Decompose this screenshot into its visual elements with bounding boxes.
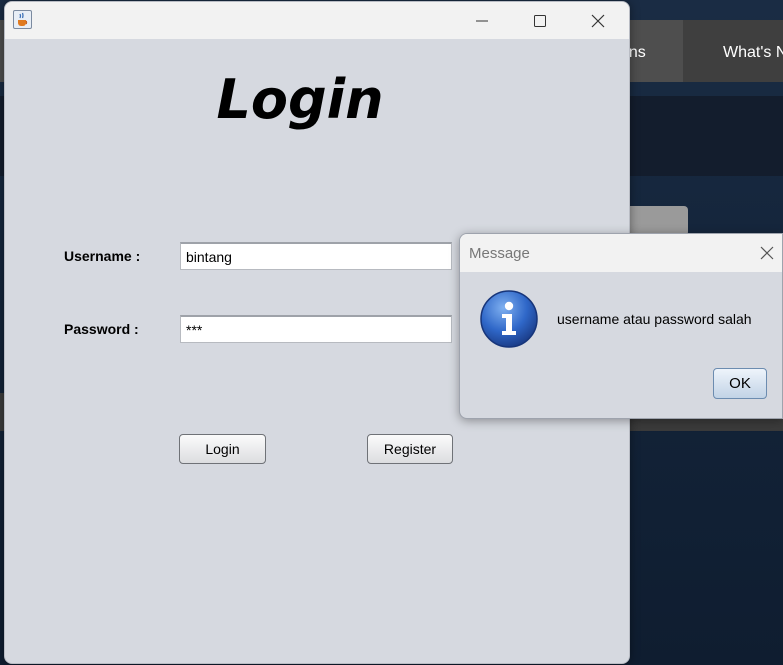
information-icon bbox=[479, 289, 539, 349]
close-icon[interactable] bbox=[569, 2, 627, 39]
username-label: Username : bbox=[64, 248, 141, 264]
dialog-title: Message bbox=[469, 245, 530, 262]
message-dialog: Message username atau password salah OK bbox=[459, 233, 783, 419]
close-icon[interactable] bbox=[756, 242, 778, 264]
maximize-icon[interactable] bbox=[511, 2, 569, 39]
password-field[interactable]: *** bbox=[180, 315, 452, 343]
window-titlebar[interactable] bbox=[5, 2, 629, 39]
background-nav-item-whats-new[interactable]: What's N bbox=[683, 20, 783, 82]
login-heading: Login bbox=[216, 68, 384, 131]
minimize-icon[interactable] bbox=[453, 2, 511, 39]
password-label: Password : bbox=[64, 321, 139, 337]
java-coffee-icon[interactable] bbox=[13, 10, 32, 29]
ok-button[interactable]: OK bbox=[713, 368, 767, 399]
register-button[interactable]: Register bbox=[367, 434, 453, 464]
login-button[interactable]: Login bbox=[179, 434, 266, 464]
dialog-message: username atau password salah bbox=[557, 311, 752, 327]
username-field[interactable]: bintang bbox=[180, 242, 452, 270]
dialog-titlebar[interactable]: Message bbox=[460, 234, 782, 272]
